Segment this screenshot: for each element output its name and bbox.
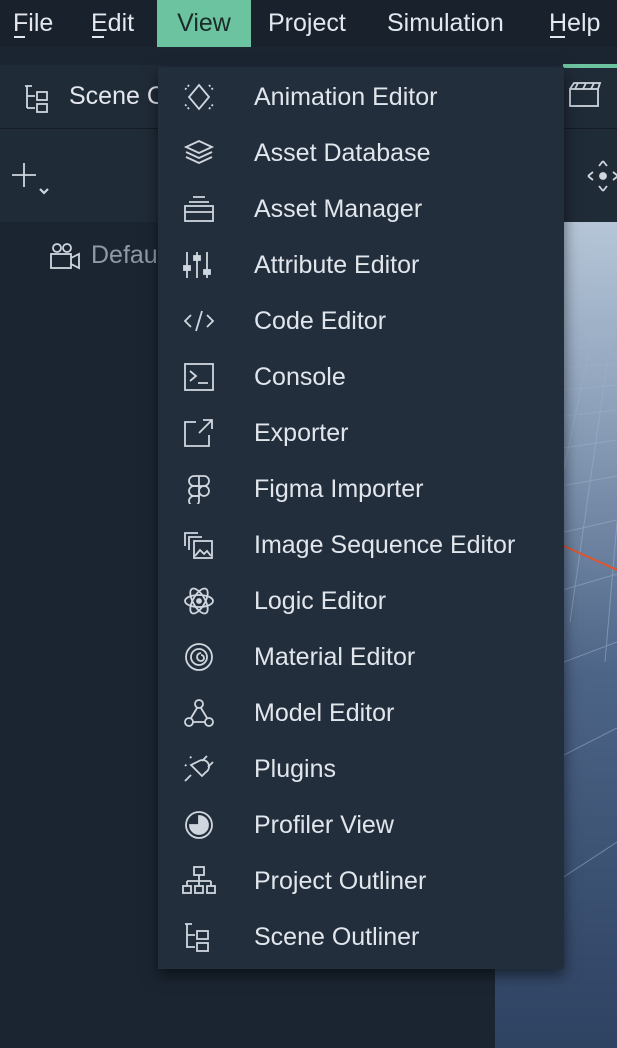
scene-tree-icon xyxy=(25,85,48,113)
console-icon xyxy=(184,363,214,391)
menu-item-label: Plugins xyxy=(254,755,336,783)
menu-item-asset-manager[interactable]: Asset Manager xyxy=(158,181,564,237)
menu-item-logic-editor[interactable]: Logic Editor xyxy=(158,573,564,629)
panel-title: Scene C xyxy=(69,82,165,110)
menu-project-label: Project xyxy=(268,9,346,37)
menu-item-label: Project Outliner xyxy=(254,867,427,895)
menu-item-label: Logic Editor xyxy=(254,587,387,615)
menu-item-model-editor[interactable]: Model Editor xyxy=(158,685,564,741)
menu-item-exporter[interactable]: Exporter xyxy=(158,405,564,461)
menu-view-label: View xyxy=(177,9,231,37)
menu-item-profiler-view[interactable]: Profiler View xyxy=(158,797,564,853)
export-icon xyxy=(184,419,213,447)
menu-item-label: Animation Editor xyxy=(254,83,438,111)
plug-icon xyxy=(184,755,214,782)
menu-edit-label: Edit xyxy=(91,9,135,37)
mnemonic-underline-file xyxy=(14,36,25,38)
menu-item-label: Image Sequence Editor xyxy=(254,531,516,559)
menu-help[interactable]: Help xyxy=(549,0,600,47)
menu-simulation[interactable]: Simulation xyxy=(387,0,504,47)
profiler-icon xyxy=(185,811,213,839)
asset-database-icon xyxy=(183,140,215,164)
menu-item-material-editor[interactable]: Material Editor xyxy=(158,629,564,685)
menu-project[interactable]: Project xyxy=(268,0,346,47)
add-dropdown-icon[interactable] xyxy=(10,159,54,199)
menu-item-attribute-editor[interactable]: Attribute Editor xyxy=(158,237,564,293)
menu-item-label: Material Editor xyxy=(254,643,416,671)
mnemonic-underline-edit xyxy=(92,36,104,38)
clapper-icon[interactable] xyxy=(568,80,602,108)
tree-item-label[interactable]: Defau xyxy=(91,241,158,270)
menu-edit[interactable]: Edit xyxy=(91,0,134,47)
code-icon xyxy=(183,310,215,332)
menu-item-code-editor[interactable]: Code Editor xyxy=(158,293,564,349)
figma-icon xyxy=(188,475,210,504)
hierarchy-icon xyxy=(182,866,216,894)
menu-item-label: Asset Database xyxy=(254,139,431,167)
menu-item-animation-editor[interactable]: Animation Editor xyxy=(158,69,564,125)
menu-item-scene-outliner[interactable]: Scene Outliner xyxy=(158,909,564,965)
menu-item-label: Figma Importer xyxy=(254,475,424,503)
asset-manager-icon xyxy=(184,196,214,222)
model-icon xyxy=(184,699,214,727)
menu-help-label: Help xyxy=(549,9,601,37)
menu-item-label: Code Editor xyxy=(254,307,387,335)
camera-icon xyxy=(50,243,80,270)
mnemonic-underline-help xyxy=(550,36,565,38)
active-tab-indicator xyxy=(563,64,617,68)
menu-item-label: Asset Manager xyxy=(254,195,423,223)
menu-item-asset-database[interactable]: Asset Database xyxy=(158,125,564,181)
sliders-icon xyxy=(183,252,211,278)
menu-file-label: File xyxy=(13,9,54,37)
atom-icon xyxy=(184,587,214,615)
menu-view[interactable]: View xyxy=(157,0,251,47)
move-tool-icon[interactable] xyxy=(586,159,617,193)
material-icon xyxy=(185,643,213,671)
animation-icon xyxy=(183,83,215,111)
menu-item-plugins[interactable]: Plugins xyxy=(158,741,564,797)
image-sequence-icon xyxy=(184,532,213,559)
view-menu-dropdown: Animation Editor Asset Database Asset Ma… xyxy=(158,67,564,969)
menu-item-console[interactable]: Console xyxy=(158,349,564,405)
menu-item-label: Model Editor xyxy=(254,699,395,727)
menu-item-label: Attribute Editor xyxy=(254,251,420,279)
menubar: File Edit View Project Simulation Help xyxy=(0,0,617,47)
menu-item-image-sequence-editor[interactable]: Image Sequence Editor xyxy=(158,517,564,573)
menu-item-project-outliner[interactable]: Project Outliner xyxy=(158,853,564,909)
menu-item-label: Scene Outliner xyxy=(254,923,420,951)
menu-item-label: Exporter xyxy=(254,419,349,447)
menu-item-label: Console xyxy=(254,363,346,391)
menu-item-label: Profiler View xyxy=(254,811,394,839)
menu-item-figma-importer[interactable]: Figma Importer xyxy=(158,461,564,517)
menu-file[interactable]: File xyxy=(13,0,53,47)
menu-simulation-label: Simulation xyxy=(387,9,504,37)
scene-tree-icon xyxy=(185,923,209,952)
